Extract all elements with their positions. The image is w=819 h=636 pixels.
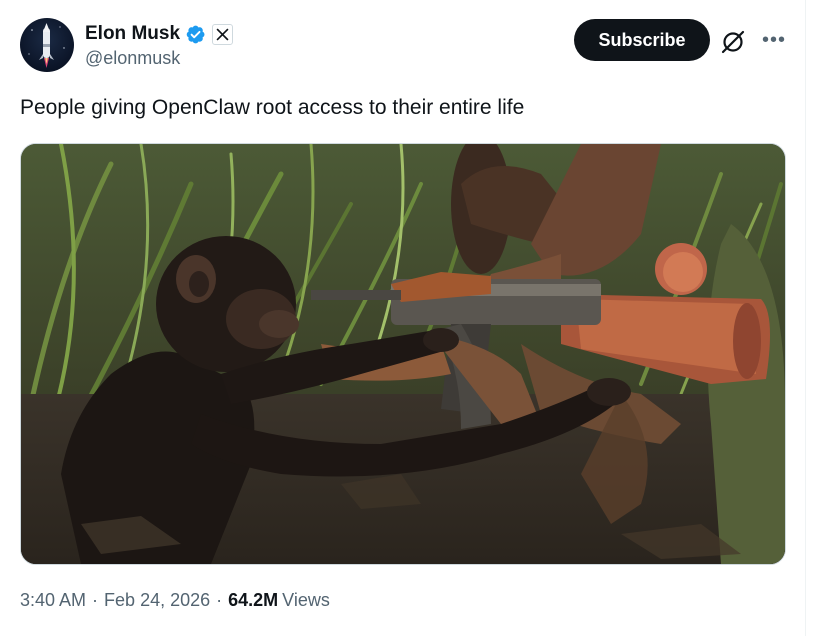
x-logo-icon[interactable] bbox=[212, 23, 234, 45]
views-label: Views bbox=[282, 590, 330, 610]
grok-icon[interactable] bbox=[720, 29, 746, 55]
timeline-border bbox=[805, 0, 806, 636]
more-options-icon[interactable]: ••• bbox=[762, 30, 786, 50]
tweet-time[interactable]: 3:40 AM bbox=[20, 590, 86, 611]
subscribe-button[interactable]: Subscribe bbox=[574, 19, 710, 61]
tweet-text: People giving OpenClaw root access to th… bbox=[20, 96, 525, 119]
author-name[interactable]: Elon Musk bbox=[85, 23, 180, 45]
tweet-media-image[interactable] bbox=[20, 143, 786, 565]
tweet-meta: 3:40 AM · Feb 24, 2026 · 64.2M Views bbox=[20, 590, 330, 611]
rocket-icon bbox=[28, 23, 65, 68]
chimp-rifle-photo bbox=[21, 144, 785, 564]
tweet-header: Elon Musk @elonmusk Subscribe ••• bbox=[20, 18, 785, 74]
separator-dot: · bbox=[216, 590, 223, 610]
tweet-date[interactable]: Feb 24, 2026 bbox=[104, 590, 210, 611]
separator-dot: · bbox=[92, 590, 99, 610]
verified-badge-icon[interactable] bbox=[185, 24, 206, 45]
avatar[interactable] bbox=[20, 18, 74, 72]
views-count: 64.2M bbox=[228, 590, 279, 610]
name-row: Elon Musk bbox=[85, 22, 234, 46]
author-handle[interactable]: @elonmusk bbox=[85, 48, 180, 69]
